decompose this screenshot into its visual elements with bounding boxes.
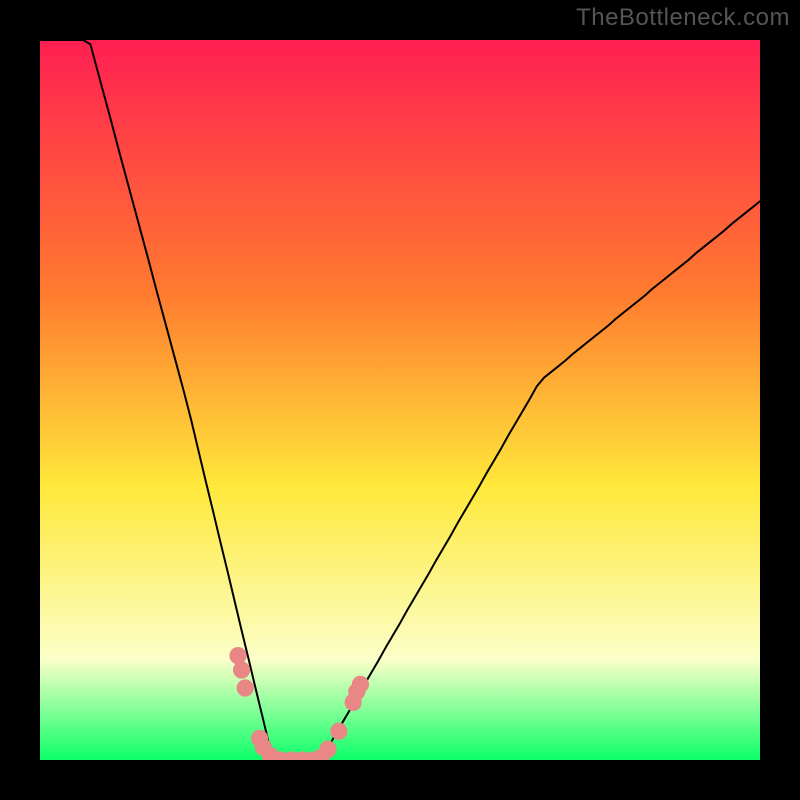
marker-point xyxy=(237,679,254,696)
plot-area xyxy=(40,40,760,760)
marker-point xyxy=(330,723,347,740)
marker-point xyxy=(319,741,336,758)
marker-point xyxy=(229,647,246,664)
chart-frame: TheBottleneck.com xyxy=(0,0,800,800)
marker-point xyxy=(233,661,250,678)
marker-point xyxy=(352,676,369,693)
watermark-label: TheBottleneck.com xyxy=(576,4,790,32)
plot-svg xyxy=(40,40,760,760)
